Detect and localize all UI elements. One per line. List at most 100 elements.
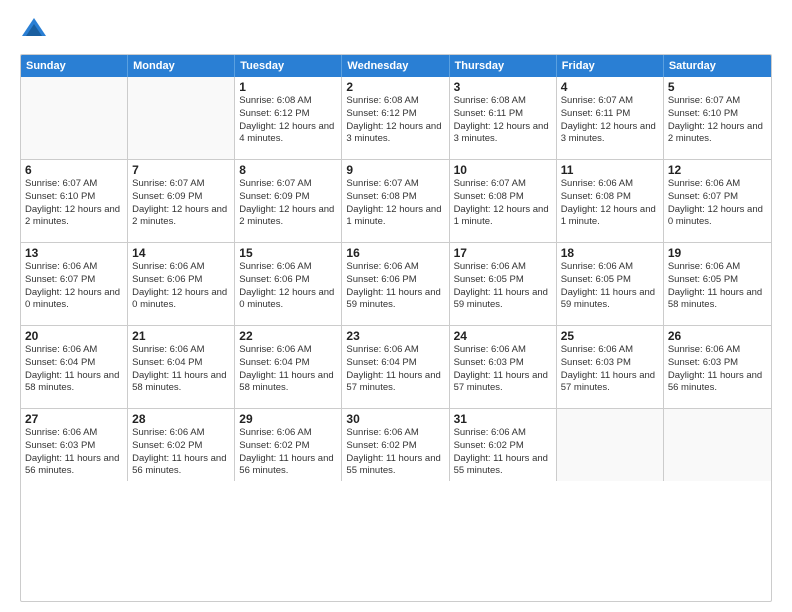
day-number: 3: [454, 80, 552, 94]
day-info: Sunrise: 6:07 AM Sunset: 6:10 PM Dayligh…: [668, 95, 767, 146]
day-number: 15: [239, 246, 337, 260]
header-cell-monday: Monday: [128, 55, 235, 77]
calendar-cell: 3Sunrise: 6:08 AM Sunset: 6:11 PM Daylig…: [450, 77, 557, 159]
day-number: 9: [346, 163, 444, 177]
day-info: Sunrise: 6:07 AM Sunset: 6:08 PM Dayligh…: [346, 178, 444, 229]
day-info: Sunrise: 6:06 AM Sunset: 6:05 PM Dayligh…: [454, 261, 552, 312]
day-info: Sunrise: 6:06 AM Sunset: 6:05 PM Dayligh…: [561, 261, 659, 312]
day-info: Sunrise: 6:06 AM Sunset: 6:04 PM Dayligh…: [132, 344, 230, 395]
header-cell-thursday: Thursday: [450, 55, 557, 77]
day-number: 24: [454, 329, 552, 343]
day-number: 12: [668, 163, 767, 177]
day-info: Sunrise: 6:06 AM Sunset: 6:06 PM Dayligh…: [239, 261, 337, 312]
day-info: Sunrise: 6:06 AM Sunset: 6:05 PM Dayligh…: [668, 261, 767, 312]
calendar-cell: 29Sunrise: 6:06 AM Sunset: 6:02 PM Dayli…: [235, 409, 342, 481]
calendar-cell: 15Sunrise: 6:06 AM Sunset: 6:06 PM Dayli…: [235, 243, 342, 325]
day-number: 8: [239, 163, 337, 177]
day-number: 23: [346, 329, 444, 343]
header-cell-wednesday: Wednesday: [342, 55, 449, 77]
day-number: 28: [132, 412, 230, 426]
day-info: Sunrise: 6:06 AM Sunset: 6:03 PM Dayligh…: [561, 344, 659, 395]
day-number: 17: [454, 246, 552, 260]
day-number: 30: [346, 412, 444, 426]
calendar-cell: 27Sunrise: 6:06 AM Sunset: 6:03 PM Dayli…: [21, 409, 128, 481]
day-number: 5: [668, 80, 767, 94]
day-info: Sunrise: 6:07 AM Sunset: 6:11 PM Dayligh…: [561, 95, 659, 146]
header-cell-saturday: Saturday: [664, 55, 771, 77]
calendar-cell: 20Sunrise: 6:06 AM Sunset: 6:04 PM Dayli…: [21, 326, 128, 408]
calendar-cell: 11Sunrise: 6:06 AM Sunset: 6:08 PM Dayli…: [557, 160, 664, 242]
calendar-cell: 10Sunrise: 6:07 AM Sunset: 6:08 PM Dayli…: [450, 160, 557, 242]
day-number: 27: [25, 412, 123, 426]
calendar-cell: [664, 409, 771, 481]
calendar-cell: 4Sunrise: 6:07 AM Sunset: 6:11 PM Daylig…: [557, 77, 664, 159]
calendar-cell: 18Sunrise: 6:06 AM Sunset: 6:05 PM Dayli…: [557, 243, 664, 325]
day-info: Sunrise: 6:08 AM Sunset: 6:12 PM Dayligh…: [346, 95, 444, 146]
calendar-cell: 13Sunrise: 6:06 AM Sunset: 6:07 PM Dayli…: [21, 243, 128, 325]
day-info: Sunrise: 6:06 AM Sunset: 6:04 PM Dayligh…: [25, 344, 123, 395]
day-info: Sunrise: 6:06 AM Sunset: 6:07 PM Dayligh…: [668, 178, 767, 229]
calendar-cell: 28Sunrise: 6:06 AM Sunset: 6:02 PM Dayli…: [128, 409, 235, 481]
calendar-header: SundayMondayTuesdayWednesdayThursdayFrid…: [21, 55, 771, 77]
calendar-cell: 2Sunrise: 6:08 AM Sunset: 6:12 PM Daylig…: [342, 77, 449, 159]
calendar-cell: 6Sunrise: 6:07 AM Sunset: 6:10 PM Daylig…: [21, 160, 128, 242]
calendar-cell: 21Sunrise: 6:06 AM Sunset: 6:04 PM Dayli…: [128, 326, 235, 408]
calendar-cell: 12Sunrise: 6:06 AM Sunset: 6:07 PM Dayli…: [664, 160, 771, 242]
day-info: Sunrise: 6:06 AM Sunset: 6:08 PM Dayligh…: [561, 178, 659, 229]
calendar-cell: 26Sunrise: 6:06 AM Sunset: 6:03 PM Dayli…: [664, 326, 771, 408]
day-number: 14: [132, 246, 230, 260]
day-info: Sunrise: 6:06 AM Sunset: 6:06 PM Dayligh…: [132, 261, 230, 312]
day-number: 26: [668, 329, 767, 343]
day-number: 31: [454, 412, 552, 426]
calendar-cell: 8Sunrise: 6:07 AM Sunset: 6:09 PM Daylig…: [235, 160, 342, 242]
calendar-row-5: 27Sunrise: 6:06 AM Sunset: 6:03 PM Dayli…: [21, 409, 771, 481]
calendar-cell: [128, 77, 235, 159]
calendar-cell: 24Sunrise: 6:06 AM Sunset: 6:03 PM Dayli…: [450, 326, 557, 408]
calendar-cell: 7Sunrise: 6:07 AM Sunset: 6:09 PM Daylig…: [128, 160, 235, 242]
day-info: Sunrise: 6:07 AM Sunset: 6:09 PM Dayligh…: [239, 178, 337, 229]
day-number: 25: [561, 329, 659, 343]
calendar-cell: 30Sunrise: 6:06 AM Sunset: 6:02 PM Dayli…: [342, 409, 449, 481]
calendar-cell: 23Sunrise: 6:06 AM Sunset: 6:04 PM Dayli…: [342, 326, 449, 408]
day-info: Sunrise: 6:07 AM Sunset: 6:09 PM Dayligh…: [132, 178, 230, 229]
day-number: 21: [132, 329, 230, 343]
header-cell-tuesday: Tuesday: [235, 55, 342, 77]
header-cell-sunday: Sunday: [21, 55, 128, 77]
day-number: 20: [25, 329, 123, 343]
day-info: Sunrise: 6:06 AM Sunset: 6:02 PM Dayligh…: [346, 427, 444, 478]
calendar-row-2: 6Sunrise: 6:07 AM Sunset: 6:10 PM Daylig…: [21, 160, 771, 243]
day-info: Sunrise: 6:06 AM Sunset: 6:02 PM Dayligh…: [454, 427, 552, 478]
page-header: [20, 16, 772, 44]
calendar-body: 1 Sunrise: 6:08 AM Sunset: 6:12 PM Daylig…: [21, 77, 771, 481]
calendar-cell: [557, 409, 664, 481]
day-info: Sunrise: 6:06 AM Sunset: 6:04 PM Dayligh…: [239, 344, 337, 395]
day-number: 22: [239, 329, 337, 343]
calendar-cell: [21, 77, 128, 159]
calendar-cell: 16Sunrise: 6:06 AM Sunset: 6:06 PM Dayli…: [342, 243, 449, 325]
day-number: 2: [346, 80, 444, 94]
day-number: 29: [239, 412, 337, 426]
calendar-cell: 14Sunrise: 6:06 AM Sunset: 6:06 PM Dayli…: [128, 243, 235, 325]
calendar-cell: 19Sunrise: 6:06 AM Sunset: 6:05 PM Dayli…: [664, 243, 771, 325]
calendar-cell: 1Sunrise: 6:08 AM Sunset: 6:12 PM Daylig…: [235, 77, 342, 159]
day-number: 13: [25, 246, 123, 260]
day-info: Sunrise: 6:06 AM Sunset: 6:03 PM Dayligh…: [25, 427, 123, 478]
day-number: 4: [561, 80, 659, 94]
logo-icon: [20, 16, 48, 44]
calendar: SundayMondayTuesdayWednesdayThursdayFrid…: [20, 54, 772, 602]
calendar-row-1: 1 Sunrise: 6:08 AM Sunset: 6:12 PM Daylig…: [21, 77, 771, 160]
day-info: Sunrise: 6:07 AM Sunset: 6:10 PM Dayligh…: [25, 178, 123, 229]
day-number: 6: [25, 163, 123, 177]
logo: [20, 16, 52, 44]
day-info: Sunrise: 6:08 AM Sunset: 6:11 PM Dayligh…: [454, 95, 552, 146]
day-number: 1: [239, 80, 337, 94]
calendar-row-3: 13Sunrise: 6:06 AM Sunset: 6:07 PM Dayli…: [21, 243, 771, 326]
day-info: Sunrise: 6:06 AM Sunset: 6:02 PM Dayligh…: [239, 427, 337, 478]
calendar-cell: 31Sunrise: 6:06 AM Sunset: 6:02 PM Dayli…: [450, 409, 557, 481]
day-number: 7: [132, 163, 230, 177]
header-cell-friday: Friday: [557, 55, 664, 77]
calendar-cell: 17Sunrise: 6:06 AM Sunset: 6:05 PM Dayli…: [450, 243, 557, 325]
day-number: 16: [346, 246, 444, 260]
day-info: Sunrise: 6:06 AM Sunset: 6:07 PM Dayligh…: [25, 261, 123, 312]
day-number: 11: [561, 163, 659, 177]
